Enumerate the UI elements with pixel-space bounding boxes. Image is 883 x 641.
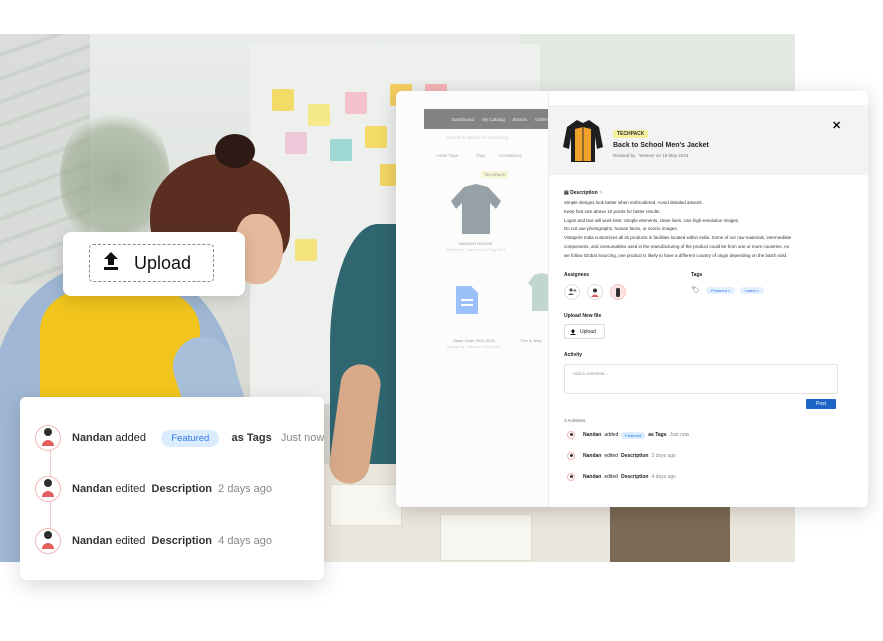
catalog-search-input[interactable]: Search to search for something [446,135,509,140]
add-assignee-button[interactable] [564,284,580,300]
activity-row: Nandan added Featured as Tags Just now [567,431,689,439]
sticky-note [285,132,307,154]
activity-row: Nandan edited Description 2 days ago [567,452,676,460]
activity-time: Just now [280,432,325,444]
activity-object: Description [151,483,213,495]
paper-sheet [440,514,532,561]
assignee-avatar[interactable] [587,284,603,300]
catalog-item-sub: Revised by · Weever on 19 May 2023 [446,248,506,252]
activity-row: Nandan edited Description 4 days ago [567,473,676,481]
upload-button[interactable]: Upload [564,324,605,339]
product-revised: Revised by · Weever on 19 May 2023 [613,153,689,158]
upload-icon [102,251,120,276]
nav-item-brands[interactable]: Brands [513,117,527,122]
avatar [567,452,575,460]
filter-annotations[interactable]: Annotations [498,153,522,158]
filter-asset-type[interactable]: Asset Type [436,153,458,158]
upload-card: Upload [63,232,245,296]
activity-user: Nandan [72,535,113,547]
filter-tags[interactable]: Tags [476,153,486,158]
activity-verb: edited [115,483,146,495]
paper-sheet [330,484,402,526]
tag-pill-featured: Featured [161,429,220,447]
product-title: Back to School Men's Jacket [613,142,709,149]
assignee-avatar[interactable] [610,284,626,300]
comment-input[interactable]: Add a comment... [564,364,838,394]
activity-verb: edited [115,535,146,547]
user-avatar-icon [616,287,620,297]
assignees-label: Assignees [564,272,590,278]
sticky-note [272,89,294,111]
nav-item-orders[interactable]: Orders [535,117,549,122]
tag-icon: 🏷 [691,287,700,294]
activity-row: Nandan added Featured as Tags Just now [35,425,324,451]
upload-icon [570,328,576,335]
sticky-note [330,139,352,161]
avatar [567,473,575,481]
catalog-item-name: Tom & Jerry [520,338,542,343]
catalog-item-sub: Revised by · Weever 19 May 2023 [447,345,501,349]
person-hair-bun [215,134,255,168]
activities-count: 3 Activities [564,418,586,423]
post-button[interactable]: Post [806,399,836,409]
activity-time: 2 days ago [218,483,272,495]
avatar [567,431,575,439]
tags-label: Tags [691,272,703,278]
sticky-note [295,239,317,261]
catalog-panel: Dashboard My Catalog Brands Orders Searc… [396,91,556,507]
detail-panel: TECHPACK Back to School Men's Jacket Rev… [548,91,868,507]
activity-user: Nandan [72,432,113,444]
sticky-note [365,126,387,148]
user-avatar-icon [591,288,599,297]
sticky-note [308,104,330,126]
close-icon[interactable]: ✕ [832,119,841,132]
app-window: Dashboard My Catalog Brands Orders Searc… [396,91,868,507]
techpack-badge: TECHPACK [613,130,649,138]
activity-row: Nandan edited Description 2 days ago [35,476,272,502]
description-text[interactable]: Simple designs look better when embroide… [564,199,819,261]
activity-card: Nandan added Featured as Tags Just now N… [20,397,324,580]
techpack-badge: TECHPACK [481,171,509,178]
activity-verb: added [115,432,146,444]
activity-label: Activity [564,352,583,358]
tag-pill-featured: Featured [621,431,646,439]
avatar [35,528,61,554]
top-nav: Dashboard My Catalog Brands Orders [424,109,554,129]
activity-row: Nandan edited Description 4 days ago [35,528,272,554]
sticky-note [345,92,367,114]
tag-latest[interactable]: Latest × [740,287,765,294]
activity-object: Description [151,535,213,547]
upload-label: Upload [134,252,192,273]
upload-button[interactable]: Upload [89,244,214,282]
activity-suffix: as Tags [231,432,272,444]
catalog-item-name: BANDER HOODIE [459,241,493,246]
jacket-thumbnail [563,120,603,162]
document-icon [456,286,478,314]
hoodie-image [451,184,501,234]
activity-user: Nandan [72,483,113,495]
catalog-item-name: Asset Order 2022-2023 [453,338,495,343]
upload-new-label: Upload New file [564,313,602,319]
description-label: ▤ Description ✎ [564,190,604,196]
nav-item-my-catalog[interactable]: My Catalog [482,117,505,122]
activity-time: 4 days ago [218,535,272,547]
avatar [35,425,61,451]
catalog-item-hoodie[interactable] [446,179,506,249]
nav-item-dashboard[interactable]: Dashboard [452,117,474,122]
avatar [35,476,61,502]
add-user-icon [567,288,576,295]
tag-featured[interactable]: Featured × [706,287,736,294]
